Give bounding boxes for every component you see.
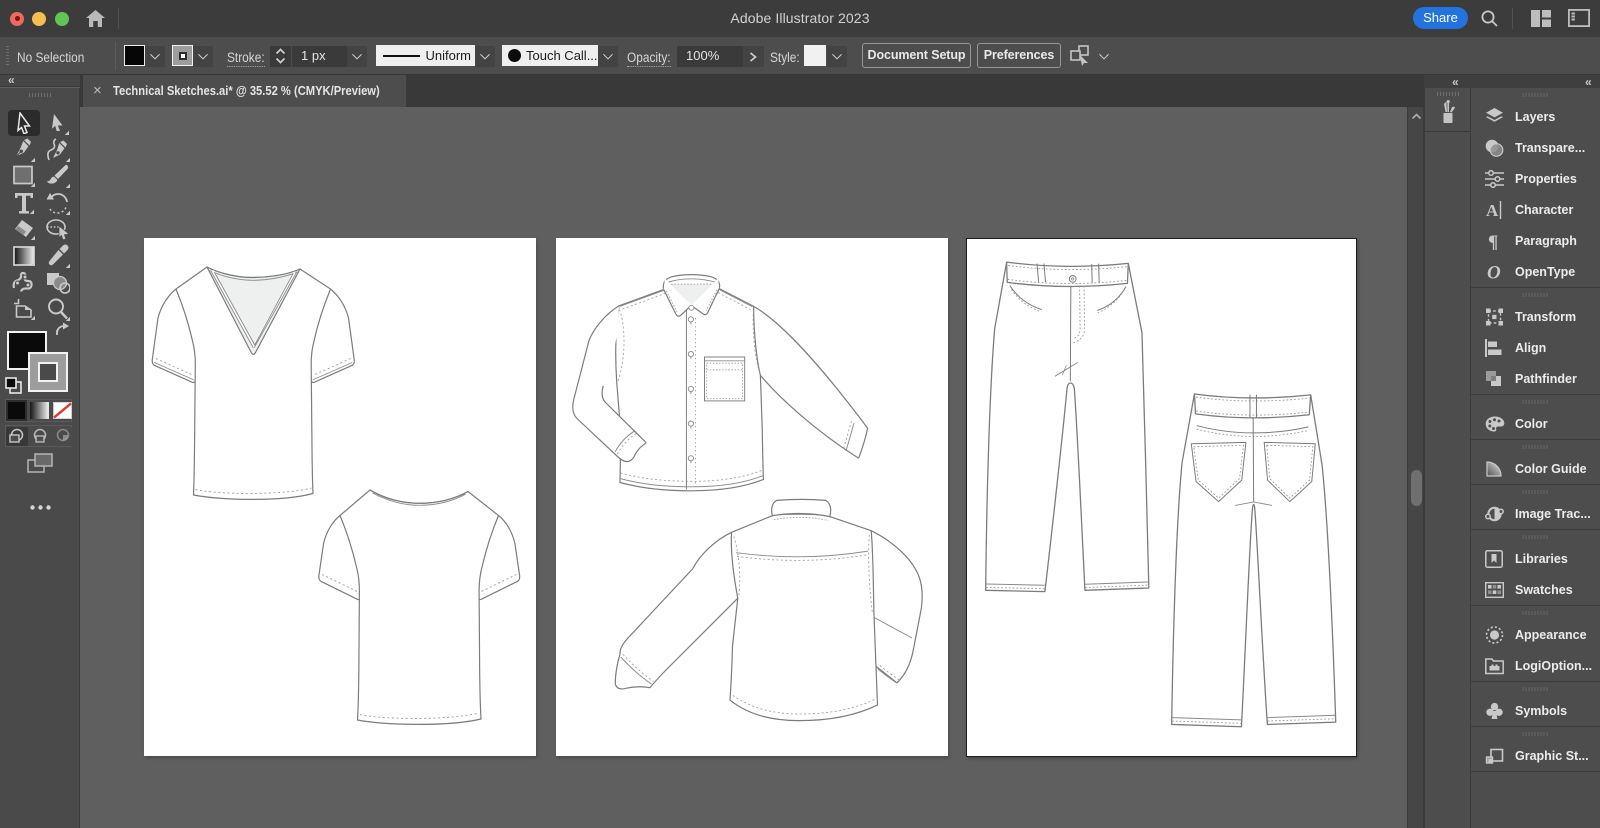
svg-text:O: O <box>1487 263 1501 281</box>
svg-text:¶: ¶ <box>1488 232 1498 250</box>
svg-text:A: A <box>1486 201 1499 219</box>
